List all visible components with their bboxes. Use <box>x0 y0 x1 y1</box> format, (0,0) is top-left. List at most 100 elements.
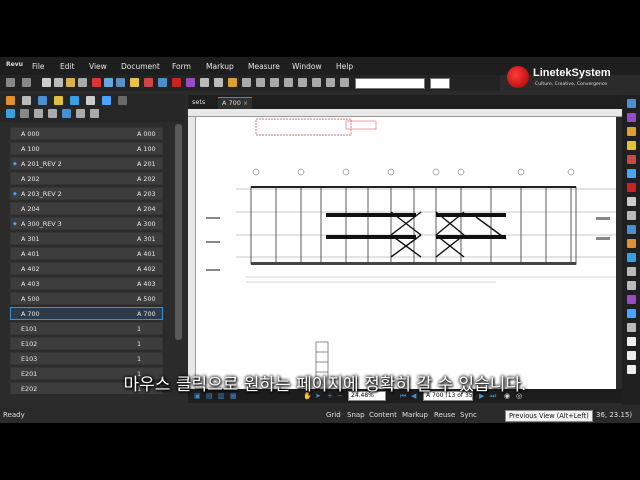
highlight-icon[interactable] <box>130 78 139 87</box>
list-item[interactable]: A 401 A 401 <box>10 247 163 260</box>
sets-icon[interactable] <box>38 96 47 105</box>
revision-marker-icon: ◆ <box>13 221 17 227</box>
studio-icon[interactable] <box>118 96 127 105</box>
dimension-icon[interactable] <box>242 78 251 87</box>
menu-help[interactable]: Help <box>336 62 353 71</box>
cloud-icon[interactable] <box>270 78 279 87</box>
markups-list-icon[interactable] <box>340 78 349 87</box>
reuse-toggle[interactable]: Reuse <box>434 411 455 419</box>
arc-tool-icon[interactable] <box>627 323 636 332</box>
list-item[interactable]: A 301 A 301 <box>10 232 163 245</box>
font-select[interactable] <box>355 78 425 89</box>
sort-icon[interactable] <box>76 109 85 118</box>
rectangle-tool-icon[interactable] <box>627 267 636 276</box>
menu-markup[interactable]: Markup <box>206 62 234 71</box>
remove-page-icon[interactable] <box>20 109 29 118</box>
menu-document[interactable]: Document <box>121 62 160 71</box>
circle-tool-icon[interactable] <box>627 337 636 346</box>
highlighter-icon[interactable] <box>627 127 636 136</box>
list-item[interactable]: E102 1 <box>10 337 163 350</box>
pen-icon[interactable] <box>228 78 237 87</box>
markups-panel-icon[interactable] <box>627 99 636 108</box>
typewriter-icon[interactable] <box>627 211 636 220</box>
properties-panel-icon[interactable] <box>70 96 79 105</box>
bookmarks-icon[interactable] <box>22 96 31 105</box>
polyline-icon[interactable] <box>256 78 265 87</box>
note-icon[interactable] <box>627 141 636 150</box>
list-item[interactable]: ◆ A 203_REV 2A 203 <box>10 187 163 200</box>
list-item[interactable]: A 204 A 204 <box>10 202 163 215</box>
stamp-tool-icon[interactable] <box>627 183 636 192</box>
file-access-icon[interactable] <box>86 96 95 105</box>
paste-icon[interactable] <box>66 78 75 87</box>
size-select[interactable] <box>430 78 450 89</box>
move-up-icon[interactable] <box>34 109 43 118</box>
arrow-icon[interactable] <box>214 78 223 87</box>
shapes-icon[interactable] <box>172 78 181 87</box>
sync-toggle[interactable]: Sync <box>460 411 477 419</box>
refresh-icon[interactable] <box>62 109 71 118</box>
list-item[interactable]: E101 1 <box>10 322 163 335</box>
callout-tool-icon[interactable] <box>627 169 636 178</box>
menu-view[interactable]: View <box>89 62 107 71</box>
line-icon[interactable] <box>200 78 209 87</box>
ellipse-tool-icon[interactable] <box>627 281 636 290</box>
menu-window[interactable]: Window <box>292 62 322 71</box>
list-item-selected[interactable]: A 700 A 700 <box>10 307 163 320</box>
status-ready: Ready <box>3 411 25 419</box>
list-item[interactable]: A 402 A 402 <box>10 262 163 275</box>
cloud-tool-icon[interactable] <box>627 309 636 318</box>
list-item[interactable]: E103 1 <box>10 352 163 365</box>
hexagon-tool-icon[interactable] <box>627 351 636 360</box>
content-toggle[interactable]: Content <box>369 411 397 419</box>
drawing-canvas[interactable] <box>196 117 616 389</box>
list-item[interactable]: A 500 A 500 <box>10 292 163 305</box>
list-item[interactable]: A 100 A 100 <box>10 142 163 155</box>
menu-form[interactable]: Form <box>172 62 191 71</box>
snap-toggle[interactable]: Snap <box>347 411 365 419</box>
text-icon[interactable] <box>144 78 153 87</box>
snapshot-tool-icon[interactable] <box>627 253 636 262</box>
copy-icon[interactable] <box>54 78 63 87</box>
list-item[interactable]: A 403 A 403 <box>10 277 163 290</box>
add-page-icon[interactable] <box>6 109 15 118</box>
area-icon[interactable] <box>312 78 321 87</box>
redo-icon[interactable] <box>22 78 31 87</box>
menu-file[interactable]: File <box>32 62 45 71</box>
eraser-tool-icon[interactable] <box>627 155 636 164</box>
hyperlink-icon[interactable] <box>627 239 636 248</box>
list-item[interactable]: A 000 A 000 <box>10 127 163 140</box>
polygon-tool-icon[interactable] <box>627 295 636 304</box>
search-panel-icon[interactable] <box>102 96 111 105</box>
text-box-icon[interactable] <box>627 197 636 206</box>
filter-icon[interactable] <box>90 109 99 118</box>
measure-tool-icon[interactable] <box>627 225 636 234</box>
screenshot-icon[interactable] <box>104 78 113 87</box>
tab-a700[interactable]: A 700 × <box>218 97 252 109</box>
menu-measure[interactable]: Measure <box>248 62 280 71</box>
page-list-scrollbar[interactable] <box>175 124 182 340</box>
undo-icon[interactable] <box>6 78 15 87</box>
delete-icon[interactable] <box>92 78 101 87</box>
list-item[interactable]: A 202 A 202 <box>10 172 163 185</box>
list-item[interactable]: ◆ A 300_REV 3A 300 <box>10 217 163 230</box>
menu-edit[interactable]: Edit <box>60 62 75 71</box>
dot-tool-icon[interactable] <box>627 365 636 374</box>
pen-tool-icon[interactable] <box>627 113 636 122</box>
properties-icon[interactable] <box>78 78 87 87</box>
layers-icon[interactable] <box>54 96 63 105</box>
count-icon[interactable] <box>326 78 335 87</box>
close-tab-icon[interactable]: × <box>243 100 248 107</box>
move-down-icon[interactable] <box>48 109 57 118</box>
list-item[interactable]: ◆ A 201_REV 2A 201 <box>10 157 163 170</box>
thumbnails-icon[interactable] <box>6 96 15 105</box>
eraser-icon[interactable] <box>284 78 293 87</box>
markup-toggle[interactable]: Markup <box>402 411 428 419</box>
grid-toggle[interactable]: Grid <box>326 411 341 419</box>
cut-icon[interactable] <box>42 78 51 87</box>
image-icon[interactable] <box>116 78 125 87</box>
tab-sets[interactable]: sets <box>188 97 216 109</box>
stamp-icon[interactable] <box>186 78 195 87</box>
callout-icon[interactable] <box>158 78 167 87</box>
measure-icon[interactable] <box>298 78 307 87</box>
